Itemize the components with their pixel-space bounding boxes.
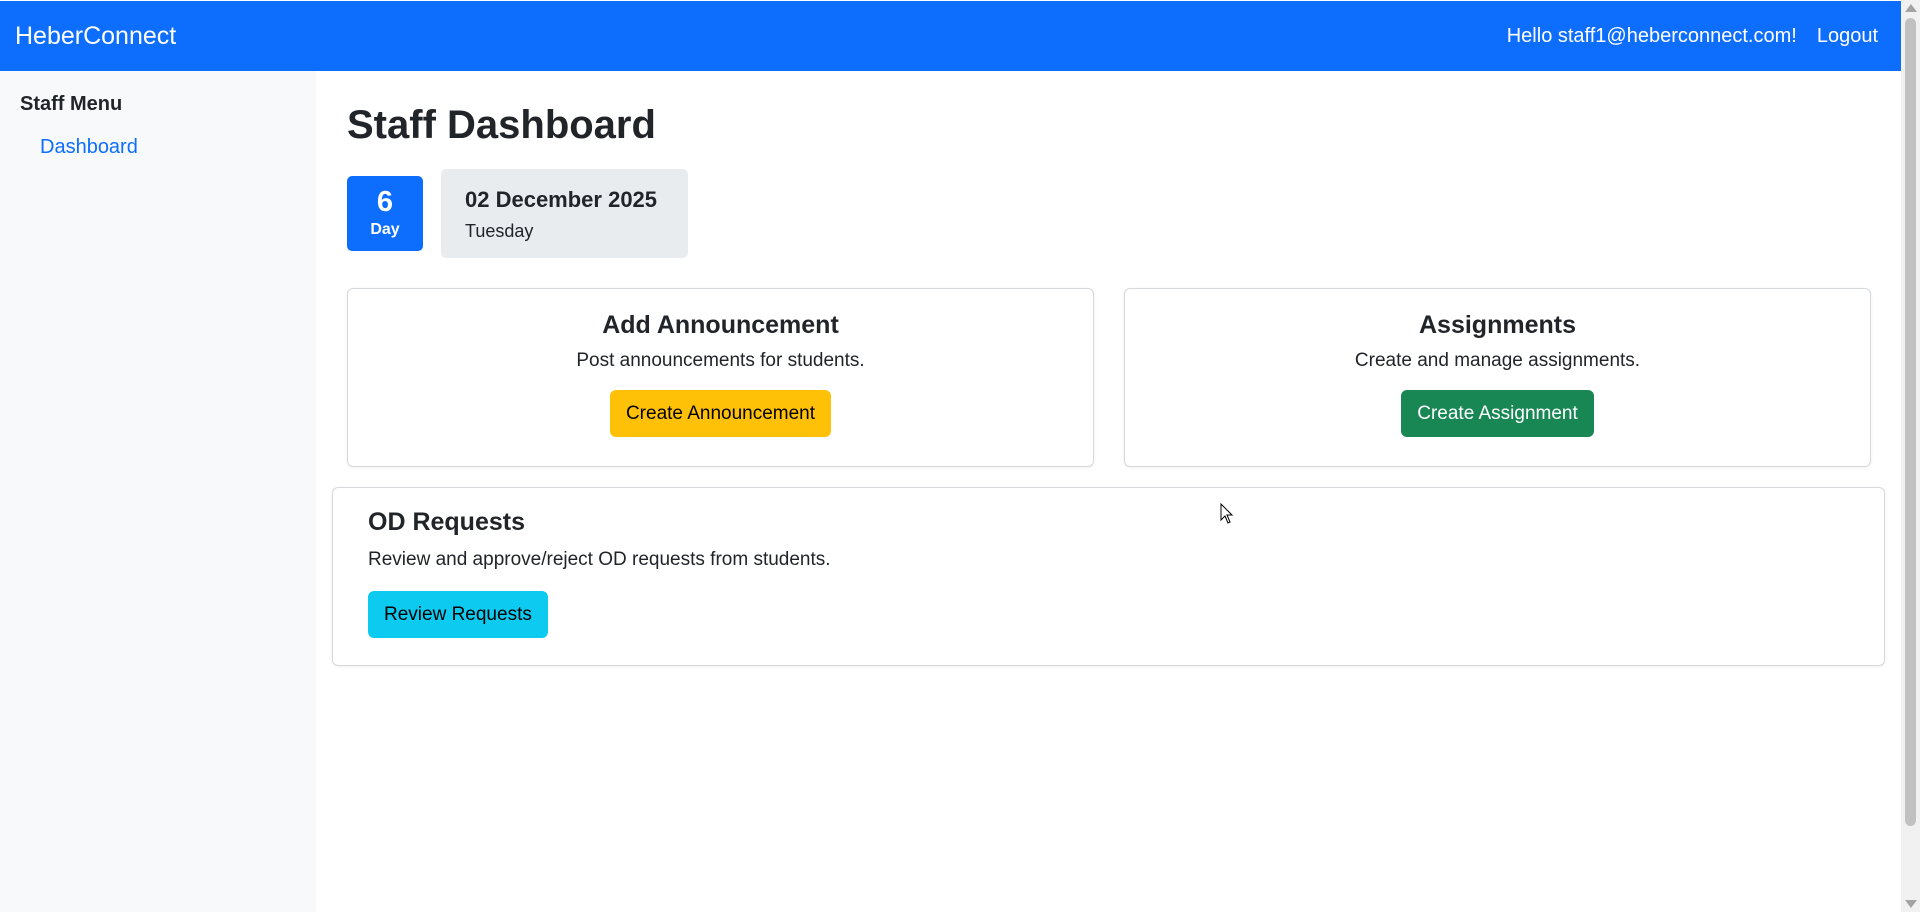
day-number: 6 [376, 186, 394, 218]
date-weekday: Tuesday [465, 221, 534, 241]
main-content: Staff Dashboard 6 Day 02 December 2025 T… [316, 71, 1901, 912]
assignments-card: Assignments Create and manage assignment… [1124, 288, 1871, 467]
sidebar-title: Staff Menu [20, 93, 123, 115]
assignments-card-description: Create and manage assignments. [1354, 350, 1641, 371]
day-badge: 6 Day [347, 176, 423, 251]
od-requests-card-description: Review and approve/reject OD requests fr… [368, 549, 831, 570]
scroll-down-arrow-icon[interactable] [1905, 900, 1917, 908]
announcement-card-title: Add Announcement [602, 311, 839, 339]
top-navbar: HeberConnect Hello staff1@heberconnect.c… [0, 1, 1901, 71]
announcement-card: Add Announcement Post announcements for … [347, 288, 1094, 467]
mouse-cursor-icon [1220, 503, 1234, 524]
date-full: 02 December 2025 [465, 187, 658, 212]
navbar-right: Hello staff1@heberconnect.com! Logout [1507, 25, 1878, 48]
announcement-card-description: Post announcements for students. [576, 350, 865, 371]
user-greeting: Hello staff1@heberconnect.com! [1506, 24, 1797, 47]
scrollbar-thumb[interactable] [1905, 18, 1916, 826]
date-panel: 02 December 2025 Tuesday [441, 169, 688, 258]
day-label: Day [370, 221, 400, 238]
create-announcement-button[interactable]: Create Announcement [609, 390, 832, 437]
sidebar-item-dashboard[interactable]: Dashboard [20, 136, 296, 159]
od-requests-card: OD Requests Review and approve/reject OD… [332, 487, 1885, 666]
sidebar: Staff Menu Dashboard [0, 71, 316, 912]
assignments-card-title: Assignments [1419, 311, 1576, 339]
vertical-scrollbar[interactable] [1901, 0, 1920, 912]
brand-link[interactable]: HeberConnect [15, 22, 176, 51]
logout-link[interactable]: Logout [1817, 25, 1878, 48]
page-title: Staff Dashboard [347, 103, 656, 147]
od-requests-card-title: OD Requests [368, 508, 525, 536]
create-assignment-button[interactable]: Create Assignment [1401, 390, 1594, 437]
review-requests-button[interactable]: Review Requests [368, 591, 548, 638]
scroll-up-arrow-icon[interactable] [1905, 4, 1917, 12]
